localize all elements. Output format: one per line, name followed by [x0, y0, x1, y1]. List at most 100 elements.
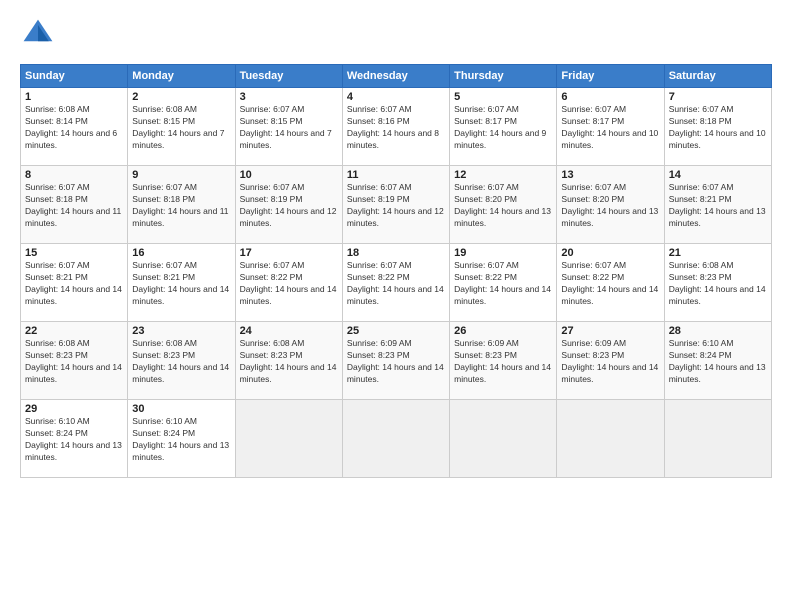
day-info: Sunrise: 6:10 AM Sunset: 8:24 PM Dayligh…	[25, 416, 123, 464]
day-number: 9	[132, 169, 230, 181]
day-number: 8	[25, 169, 123, 181]
table-row: 7 Sunrise: 6:07 AM Sunset: 8:18 PM Dayli…	[664, 88, 771, 166]
col-sunday: Sunday	[21, 65, 128, 88]
table-row: 12 Sunrise: 6:07 AM Sunset: 8:20 PM Dayl…	[450, 166, 557, 244]
day-info: Sunrise: 6:08 AM Sunset: 8:14 PM Dayligh…	[25, 104, 123, 152]
table-row: 5 Sunrise: 6:07 AM Sunset: 8:17 PM Dayli…	[450, 88, 557, 166]
table-row	[235, 400, 342, 478]
table-row: 19 Sunrise: 6:07 AM Sunset: 8:22 PM Dayl…	[450, 244, 557, 322]
col-thursday: Thursday	[450, 65, 557, 88]
table-row: 24 Sunrise: 6:08 AM Sunset: 8:23 PM Dayl…	[235, 322, 342, 400]
day-info: Sunrise: 6:07 AM Sunset: 8:21 PM Dayligh…	[25, 260, 123, 308]
day-number: 24	[240, 325, 338, 337]
day-number: 1	[25, 91, 123, 103]
table-row: 11 Sunrise: 6:07 AM Sunset: 8:19 PM Dayl…	[342, 166, 449, 244]
table-row: 25 Sunrise: 6:09 AM Sunset: 8:23 PM Dayl…	[342, 322, 449, 400]
day-number: 30	[132, 403, 230, 415]
day-number: 14	[669, 169, 767, 181]
table-row: 26 Sunrise: 6:09 AM Sunset: 8:23 PM Dayl…	[450, 322, 557, 400]
col-monday: Monday	[128, 65, 235, 88]
day-number: 6	[561, 91, 659, 103]
table-row	[664, 400, 771, 478]
calendar-week-row: 8 Sunrise: 6:07 AM Sunset: 8:18 PM Dayli…	[21, 166, 772, 244]
day-number: 5	[454, 91, 552, 103]
day-number: 27	[561, 325, 659, 337]
day-number: 7	[669, 91, 767, 103]
table-row: 4 Sunrise: 6:07 AM Sunset: 8:16 PM Dayli…	[342, 88, 449, 166]
day-info: Sunrise: 6:08 AM Sunset: 8:23 PM Dayligh…	[132, 338, 230, 386]
table-row: 22 Sunrise: 6:08 AM Sunset: 8:23 PM Dayl…	[21, 322, 128, 400]
calendar-header-row: Sunday Monday Tuesday Wednesday Thursday…	[21, 65, 772, 88]
day-number: 20	[561, 247, 659, 259]
table-row: 1 Sunrise: 6:08 AM Sunset: 8:14 PM Dayli…	[21, 88, 128, 166]
day-number: 19	[454, 247, 552, 259]
day-number: 15	[25, 247, 123, 259]
table-row: 2 Sunrise: 6:08 AM Sunset: 8:15 PM Dayli…	[128, 88, 235, 166]
col-tuesday: Tuesday	[235, 65, 342, 88]
page: Sunday Monday Tuesday Wednesday Thursday…	[0, 0, 792, 612]
table-row: 18 Sunrise: 6:07 AM Sunset: 8:22 PM Dayl…	[342, 244, 449, 322]
day-info: Sunrise: 6:07 AM Sunset: 8:17 PM Dayligh…	[561, 104, 659, 152]
day-info: Sunrise: 6:07 AM Sunset: 8:18 PM Dayligh…	[25, 182, 123, 230]
day-info: Sunrise: 6:07 AM Sunset: 8:17 PM Dayligh…	[454, 104, 552, 152]
table-row	[342, 400, 449, 478]
day-number: 29	[25, 403, 123, 415]
table-row: 30 Sunrise: 6:10 AM Sunset: 8:24 PM Dayl…	[128, 400, 235, 478]
day-number: 17	[240, 247, 338, 259]
calendar: Sunday Monday Tuesday Wednesday Thursday…	[20, 64, 772, 478]
table-row: 23 Sunrise: 6:08 AM Sunset: 8:23 PM Dayl…	[128, 322, 235, 400]
table-row	[450, 400, 557, 478]
col-wednesday: Wednesday	[342, 65, 449, 88]
day-info: Sunrise: 6:08 AM Sunset: 8:23 PM Dayligh…	[669, 260, 767, 308]
day-info: Sunrise: 6:08 AM Sunset: 8:23 PM Dayligh…	[25, 338, 123, 386]
table-row: 28 Sunrise: 6:10 AM Sunset: 8:24 PM Dayl…	[664, 322, 771, 400]
table-row: 10 Sunrise: 6:07 AM Sunset: 8:19 PM Dayl…	[235, 166, 342, 244]
day-info: Sunrise: 6:07 AM Sunset: 8:15 PM Dayligh…	[240, 104, 338, 152]
day-info: Sunrise: 6:08 AM Sunset: 8:23 PM Dayligh…	[240, 338, 338, 386]
day-number: 26	[454, 325, 552, 337]
day-info: Sunrise: 6:07 AM Sunset: 8:22 PM Dayligh…	[347, 260, 445, 308]
day-info: Sunrise: 6:07 AM Sunset: 8:18 PM Dayligh…	[669, 104, 767, 152]
header	[20, 16, 772, 52]
day-info: Sunrise: 6:10 AM Sunset: 8:24 PM Dayligh…	[669, 338, 767, 386]
day-info: Sunrise: 6:08 AM Sunset: 8:15 PM Dayligh…	[132, 104, 230, 152]
day-number: 16	[132, 247, 230, 259]
calendar-week-row: 15 Sunrise: 6:07 AM Sunset: 8:21 PM Dayl…	[21, 244, 772, 322]
day-info: Sunrise: 6:07 AM Sunset: 8:19 PM Dayligh…	[240, 182, 338, 230]
day-info: Sunrise: 6:09 AM Sunset: 8:23 PM Dayligh…	[561, 338, 659, 386]
day-info: Sunrise: 6:10 AM Sunset: 8:24 PM Dayligh…	[132, 416, 230, 464]
logo-icon	[20, 16, 56, 52]
day-number: 12	[454, 169, 552, 181]
day-number: 22	[25, 325, 123, 337]
day-number: 11	[347, 169, 445, 181]
day-info: Sunrise: 6:07 AM Sunset: 8:18 PM Dayligh…	[132, 182, 230, 230]
table-row: 6 Sunrise: 6:07 AM Sunset: 8:17 PM Dayli…	[557, 88, 664, 166]
day-info: Sunrise: 6:07 AM Sunset: 8:16 PM Dayligh…	[347, 104, 445, 152]
table-row: 13 Sunrise: 6:07 AM Sunset: 8:20 PM Dayl…	[557, 166, 664, 244]
table-row: 20 Sunrise: 6:07 AM Sunset: 8:22 PM Dayl…	[557, 244, 664, 322]
table-row: 3 Sunrise: 6:07 AM Sunset: 8:15 PM Dayli…	[235, 88, 342, 166]
day-number: 10	[240, 169, 338, 181]
logo	[20, 16, 62, 52]
calendar-week-row: 1 Sunrise: 6:08 AM Sunset: 8:14 PM Dayli…	[21, 88, 772, 166]
day-info: Sunrise: 6:07 AM Sunset: 8:22 PM Dayligh…	[561, 260, 659, 308]
day-info: Sunrise: 6:07 AM Sunset: 8:22 PM Dayligh…	[454, 260, 552, 308]
day-info: Sunrise: 6:09 AM Sunset: 8:23 PM Dayligh…	[347, 338, 445, 386]
day-number: 2	[132, 91, 230, 103]
day-info: Sunrise: 6:07 AM Sunset: 8:20 PM Dayligh…	[561, 182, 659, 230]
table-row: 8 Sunrise: 6:07 AM Sunset: 8:18 PM Dayli…	[21, 166, 128, 244]
day-number: 4	[347, 91, 445, 103]
table-row: 14 Sunrise: 6:07 AM Sunset: 8:21 PM Dayl…	[664, 166, 771, 244]
day-info: Sunrise: 6:07 AM Sunset: 8:21 PM Dayligh…	[669, 182, 767, 230]
calendar-week-row: 22 Sunrise: 6:08 AM Sunset: 8:23 PM Dayl…	[21, 322, 772, 400]
day-info: Sunrise: 6:07 AM Sunset: 8:19 PM Dayligh…	[347, 182, 445, 230]
table-row: 27 Sunrise: 6:09 AM Sunset: 8:23 PM Dayl…	[557, 322, 664, 400]
day-number: 13	[561, 169, 659, 181]
calendar-week-row: 29 Sunrise: 6:10 AM Sunset: 8:24 PM Dayl…	[21, 400, 772, 478]
day-number: 18	[347, 247, 445, 259]
day-number: 25	[347, 325, 445, 337]
table-row: 16 Sunrise: 6:07 AM Sunset: 8:21 PM Dayl…	[128, 244, 235, 322]
day-number: 28	[669, 325, 767, 337]
day-number: 21	[669, 247, 767, 259]
table-row	[557, 400, 664, 478]
